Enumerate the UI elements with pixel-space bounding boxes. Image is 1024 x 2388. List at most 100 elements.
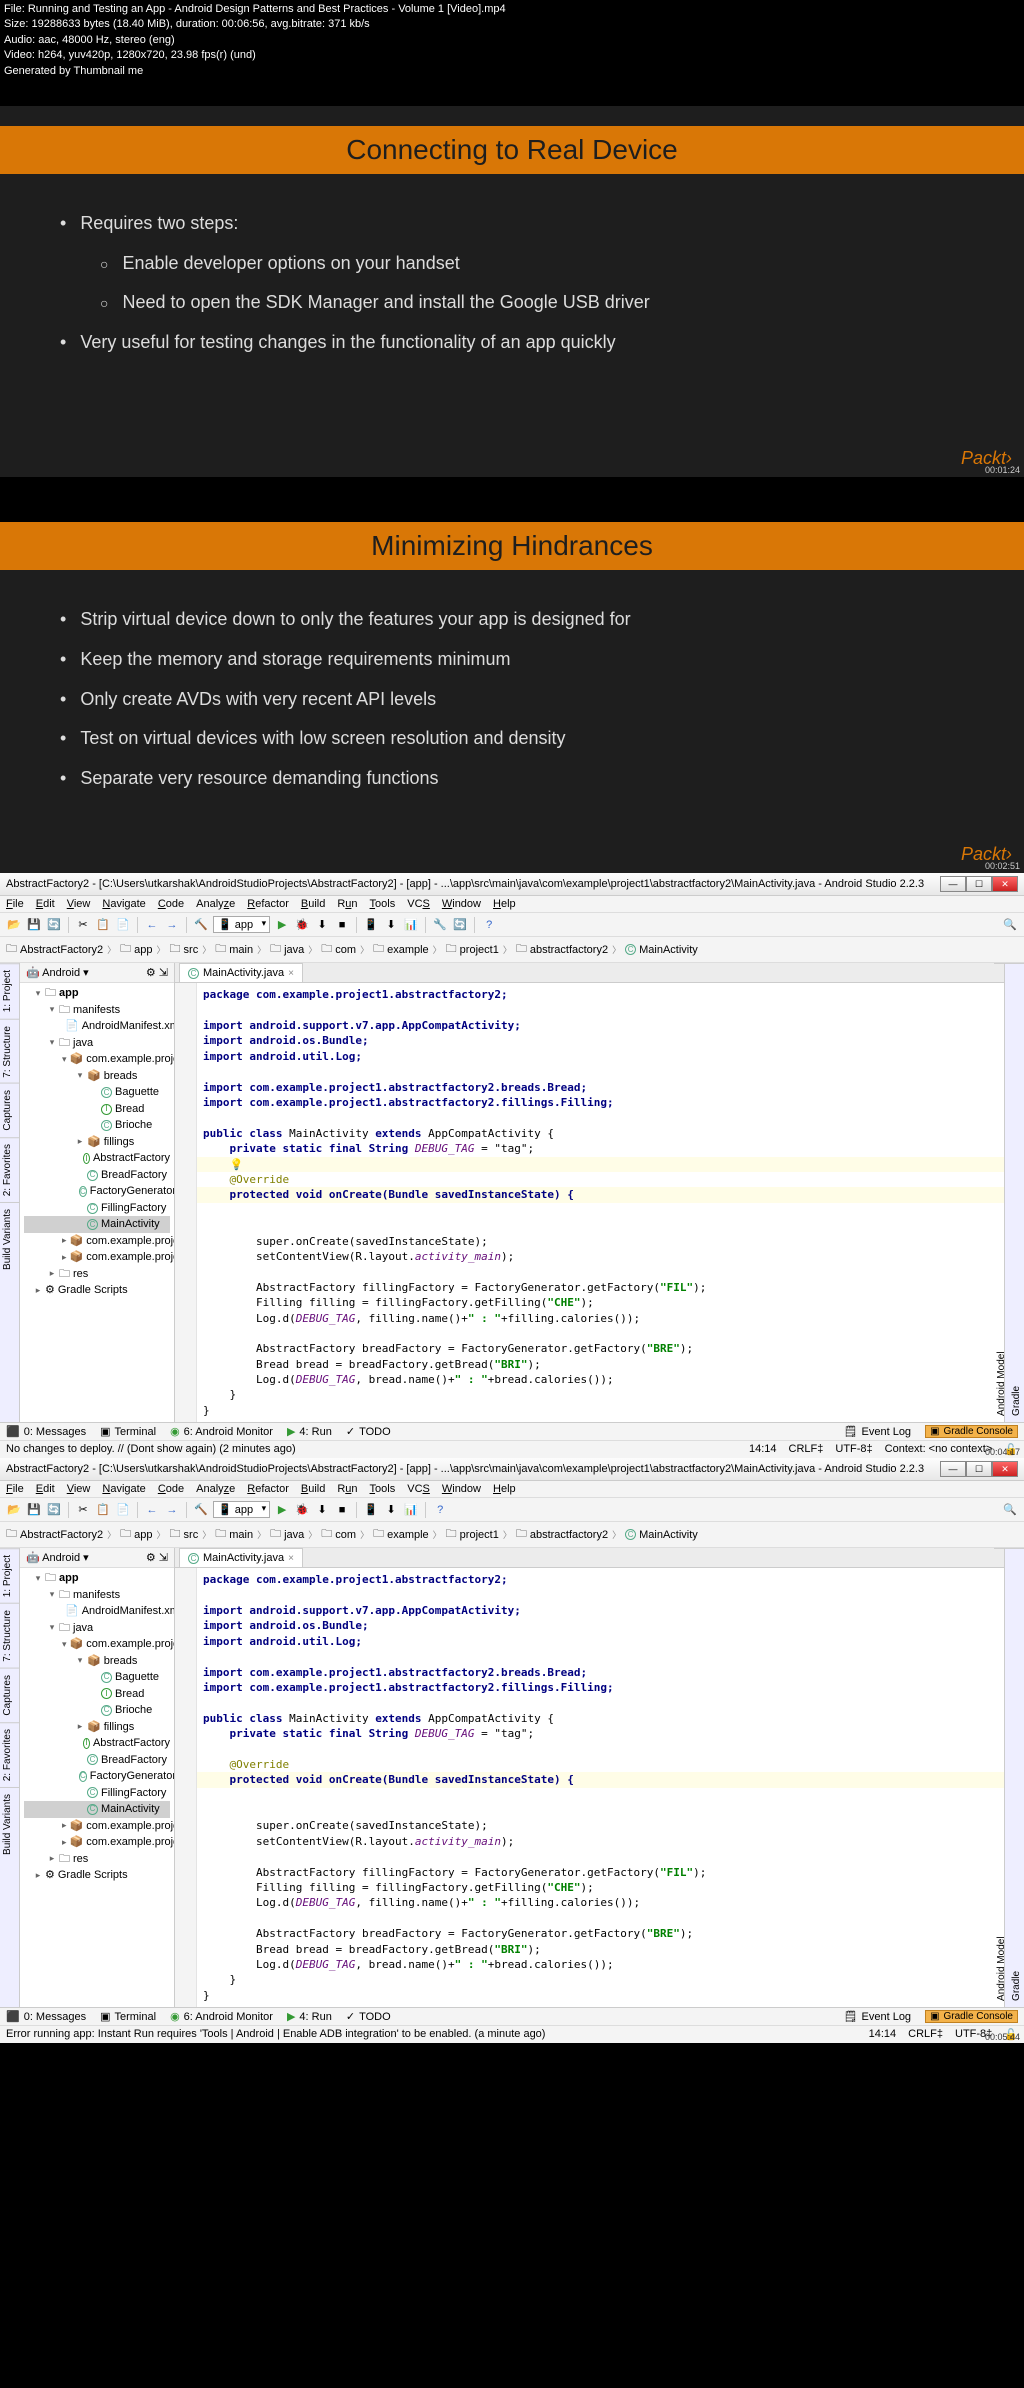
- menu-tools[interactable]: Tools: [370, 1483, 396, 1495]
- tab-todo[interactable]: ✓ TODO: [346, 2010, 391, 2023]
- status-line-sep[interactable]: CRLF‡: [908, 2028, 943, 2041]
- tree-brioche[interactable]: C Brioche: [24, 1702, 170, 1719]
- cut-icon[interactable]: ✂: [75, 917, 91, 933]
- crumb-src[interactable]: 🗀 src: [170, 940, 199, 959]
- tree-breadfact[interactable]: C BreadFactory: [24, 1752, 170, 1769]
- attach-icon[interactable]: ⬇: [314, 1502, 330, 1518]
- run-icon[interactable]: ▶: [274, 917, 290, 933]
- crumb-project[interactable]: 🗀 AbstractFactory2: [6, 940, 103, 959]
- menu-edit[interactable]: Edit: [36, 1483, 55, 1495]
- menu-help[interactable]: Help: [493, 898, 516, 910]
- panel-settings-icon[interactable]: ⚙ ⇲: [146, 1551, 168, 1564]
- tree-factgen[interactable]: C FactoryGenerator: [24, 1768, 170, 1785]
- tree-fillings[interactable]: ▸📦 fillings: [24, 1134, 170, 1151]
- crumb-com[interactable]: 🗀 com: [321, 1525, 356, 1544]
- menu-window[interactable]: Window: [442, 1483, 481, 1495]
- crumb-example[interactable]: 🗀 example: [373, 940, 429, 959]
- tab-monitor[interactable]: ◉ 6: Android Monitor: [170, 1425, 273, 1438]
- tab-gradle-console[interactable]: ▣ Gradle Console: [925, 2010, 1018, 2023]
- tree-baguette[interactable]: C Baguette: [24, 1084, 170, 1101]
- tree-manifest-file[interactable]: 📄 AndroidManifest.xml: [24, 1018, 170, 1035]
- back-icon[interactable]: ←: [144, 917, 160, 933]
- tree-fillfact[interactable]: C FillingFactory: [24, 1785, 170, 1802]
- tree-app[interactable]: ▾🗀 app: [24, 985, 170, 1002]
- menu-analyze[interactable]: Analyze: [196, 898, 235, 910]
- tree-pkg2[interactable]: ▸📦 com.example.project1.abstrac: [24, 1818, 170, 1835]
- close-button[interactable]: ✕: [992, 1461, 1018, 1477]
- panel-settings-icon[interactable]: ⚙ ⇲: [146, 966, 168, 979]
- tab-android-model[interactable]: Android Model: [994, 963, 1009, 1422]
- debug-icon[interactable]: 🐞: [294, 917, 310, 933]
- maximize-button[interactable]: ☐: [966, 1461, 992, 1477]
- debug-icon[interactable]: 🐞: [294, 1502, 310, 1518]
- tab-captures[interactable]: Captures: [0, 1668, 19, 1722]
- open-icon[interactable]: 📂: [6, 1502, 22, 1518]
- tree-brioche[interactable]: C Brioche: [24, 1117, 170, 1134]
- tree-bread[interactable]: I Bread: [24, 1101, 170, 1118]
- menu-build[interactable]: Build: [301, 898, 325, 910]
- crumb-pkg[interactable]: 🗀 abstractfactory2: [516, 940, 608, 959]
- tab-captures[interactable]: Captures: [0, 1083, 19, 1137]
- tab-project[interactable]: 1: Project: [0, 963, 19, 1018]
- menu-help[interactable]: Help: [493, 1483, 516, 1495]
- crumb-app[interactable]: 🗀 app: [120, 940, 152, 959]
- close-tab-icon[interactable]: ×: [288, 968, 294, 979]
- copy-icon[interactable]: 📋: [95, 917, 111, 933]
- close-tab-icon[interactable]: ×: [288, 1553, 294, 1564]
- crumb-src[interactable]: 🗀 src: [170, 1525, 199, 1544]
- menu-edit[interactable]: Edit: [36, 898, 55, 910]
- tree-fillfact[interactable]: C FillingFactory: [24, 1200, 170, 1217]
- cut-icon[interactable]: ✂: [75, 1502, 91, 1518]
- tree-absfact[interactable]: I AbstractFactory: [24, 1735, 170, 1752]
- crumb-example[interactable]: 🗀 example: [373, 1525, 429, 1544]
- crumb-file[interactable]: C MainActivity: [625, 944, 698, 956]
- minimize-button[interactable]: —: [940, 1461, 966, 1477]
- ddms-icon[interactable]: 📊: [403, 917, 419, 933]
- tab-messages[interactable]: ⬛ 0: Messages: [6, 2010, 86, 2023]
- crumb-file[interactable]: C MainActivity: [625, 1529, 698, 1541]
- crumb-main[interactable]: 🗀 main: [215, 1525, 253, 1544]
- avd-icon[interactable]: 📱: [363, 917, 379, 933]
- search-icon[interactable]: 🔍: [1002, 1502, 1018, 1518]
- editor-tab-mainactivity[interactable]: C MainActivity.java ×: [179, 1548, 303, 1567]
- close-button[interactable]: ✕: [992, 876, 1018, 892]
- sync-icon[interactable]: 🔄: [46, 1502, 62, 1518]
- crumb-java[interactable]: 🗀 java: [270, 940, 304, 959]
- run-config-combo[interactable]: 📱 app: [213, 1501, 270, 1518]
- tree-pkg1[interactable]: ▾📦 com.example.project1.abstrac: [24, 1051, 170, 1068]
- crumb-project[interactable]: 🗀 AbstractFactory2: [6, 1525, 103, 1544]
- menu-code[interactable]: Code: [158, 1483, 184, 1495]
- tab-build-variants[interactable]: Build Variants: [0, 1202, 19, 1276]
- tab-favorites[interactable]: 2: Favorites: [0, 1722, 19, 1787]
- tree-manifest-file[interactable]: 📄 AndroidManifest.xml: [24, 1603, 170, 1620]
- tab-event-log[interactable]: 🗒 Event Log: [844, 1425, 912, 1438]
- tab-android-model[interactable]: Android Model: [994, 1548, 1009, 2007]
- menu-build[interactable]: Build: [301, 1483, 325, 1495]
- sync-gradle-icon[interactable]: 🔄: [452, 917, 468, 933]
- crumb-java[interactable]: 🗀 java: [270, 1525, 304, 1544]
- sync-icon[interactable]: 🔄: [46, 917, 62, 933]
- crumb-main[interactable]: 🗀 main: [215, 940, 253, 959]
- stop-icon[interactable]: ■: [334, 1502, 350, 1518]
- make-icon[interactable]: 🔨: [193, 917, 209, 933]
- tree-breads[interactable]: ▾📦 breads: [24, 1653, 170, 1670]
- ddms-icon[interactable]: 📊: [403, 1502, 419, 1518]
- tree-gradle[interactable]: ▸⚙ Gradle Scripts: [24, 1867, 170, 1884]
- menu-refactor[interactable]: Refactor: [247, 898, 289, 910]
- status-context[interactable]: Context: <no context>: [885, 1443, 993, 1456]
- crumb-project1[interactable]: 🗀 project1: [446, 1525, 499, 1544]
- paste-icon[interactable]: 📄: [115, 917, 131, 933]
- menu-view[interactable]: View: [67, 898, 91, 910]
- help-icon[interactable]: ?: [432, 1502, 448, 1518]
- tab-gradle[interactable]: Gradle: [1009, 1548, 1024, 2007]
- tab-gradle[interactable]: Gradle: [1009, 963, 1024, 1422]
- code-area[interactable]: package com.example.project1.abstractfac…: [175, 983, 1004, 1422]
- project-structure-icon[interactable]: 🔧: [432, 917, 448, 933]
- tree-java[interactable]: ▾🗀 java: [24, 1620, 170, 1637]
- tree-res[interactable]: ▸🗀 res: [24, 1851, 170, 1868]
- crumb-app[interactable]: 🗀 app: [120, 1525, 152, 1544]
- sdk-icon[interactable]: ⬇: [383, 1502, 399, 1518]
- tree-breadfact[interactable]: C BreadFactory: [24, 1167, 170, 1184]
- back-icon[interactable]: ←: [144, 1502, 160, 1518]
- tree-java[interactable]: ▾🗀 java: [24, 1035, 170, 1052]
